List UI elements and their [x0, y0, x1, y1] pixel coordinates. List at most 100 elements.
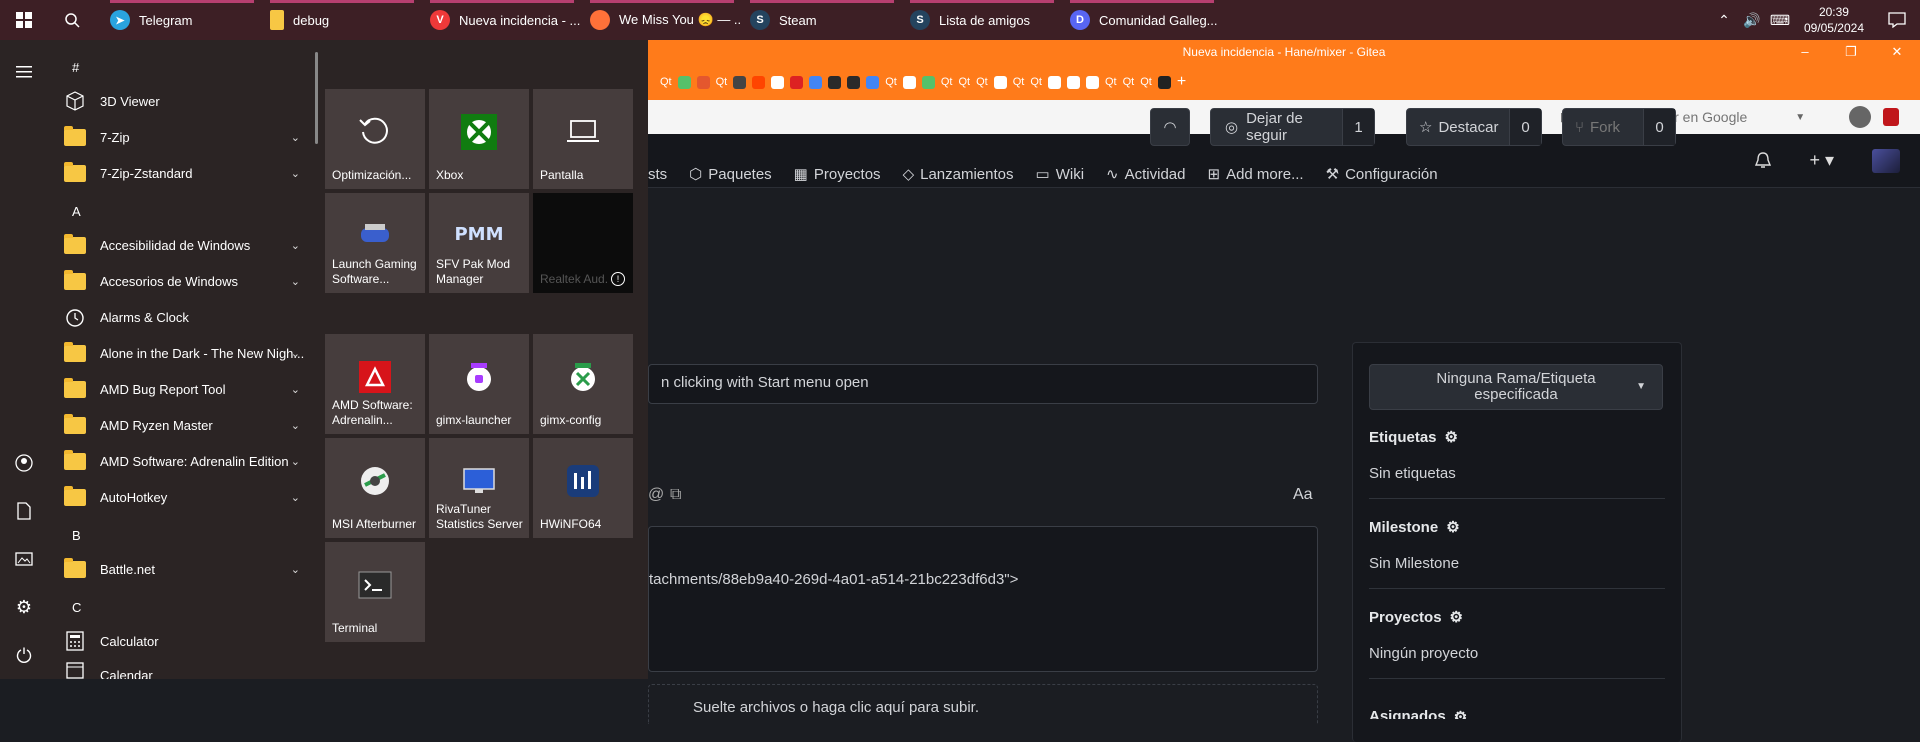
tab-icon[interactable] — [1067, 75, 1080, 89]
tile-rivatuner[interactable]: RivaTuner Statistics Server — [429, 438, 529, 538]
tab-icon[interactable] — [790, 75, 804, 89]
labels-heading[interactable]: Etiquetas ⚙ — [1369, 428, 1458, 447]
tab-icon[interactable] — [696, 75, 710, 89]
file-dropzone[interactable]: Suelte archivos o haga clic aquí para su… — [648, 684, 1318, 724]
taskbar-item-vivaldi[interactable]: V Nueva incidencia - ... — [422, 0, 582, 40]
app-folder-7zip[interactable]: 7-Zip ⌄ — [48, 119, 310, 155]
tile-terminal[interactable]: Terminal — [325, 542, 425, 642]
document-icon[interactable] — [0, 487, 48, 535]
gear-icon[interactable]: ⚙ — [1450, 608, 1463, 626]
close-icon[interactable]: ✕ — [1874, 40, 1920, 64]
profile-icon[interactable] — [1849, 106, 1872, 128]
tab-qt[interactable]: Qt — [1123, 76, 1135, 88]
tile-msi-afterburner[interactable]: MSI Afterburner — [325, 438, 425, 538]
gear-icon[interactable]: ⚙ — [1446, 518, 1459, 536]
settings-icon[interactable]: ⚙ — [0, 583, 48, 631]
group-letter[interactable]: # — [72, 60, 79, 75]
unwatch-button[interactable]: ◎ Dejar de seguir 1 — [1210, 108, 1375, 146]
tab-qt[interactable]: Qt — [1030, 76, 1042, 88]
app-folder-amd-ryzen-master[interactable]: AMD Ryzen Master ⌄ — [48, 407, 310, 443]
tab-projects[interactable]: ▦ Proyectos — [794, 165, 881, 184]
tile-xbox[interactable]: Xbox — [429, 89, 529, 189]
projects-heading[interactable]: Proyectos ⚙ — [1369, 608, 1463, 627]
scrollbar[interactable] — [315, 52, 318, 144]
tab-settings[interactable]: ⚒ Configuración — [1326, 165, 1438, 184]
tab-icon[interactable] — [1086, 75, 1099, 89]
tab-releases[interactable]: ◇ Lanzamientos — [903, 165, 1014, 184]
tab-qt[interactable]: Qt — [1013, 76, 1025, 88]
app-folder-autohotkey[interactable]: AutoHotkey ⌄ — [48, 479, 310, 515]
tab-icon[interactable] — [828, 75, 842, 89]
tab-qt[interactable]: Qt — [716, 76, 728, 88]
maximize-icon[interactable]: ❐ — [1828, 40, 1874, 64]
fork-button[interactable]: ⑂ Fork 0 — [1562, 108, 1676, 146]
tab-qt[interactable]: Qt — [885, 76, 897, 88]
avatar[interactable] — [1872, 148, 1900, 173]
milestone-heading[interactable]: Milestone ⚙ — [1369, 518, 1460, 537]
bell-icon[interactable] — [1755, 151, 1772, 170]
app-folder-alone-in-the-dark[interactable]: Alone in the Dark - The New Nigh... ⌄ — [48, 335, 310, 371]
app-3d-viewer[interactable]: 3D Viewer — [48, 83, 310, 119]
app-calculator[interactable]: Calculator — [48, 623, 310, 659]
assignees-heading[interactable]: Asignados ⚙ — [1369, 708, 1467, 719]
tab-qt[interactable]: Qt — [941, 76, 953, 88]
app-folder-accesorios[interactable]: Accesorios de Windows ⌄ — [48, 263, 310, 299]
rss-button[interactable]: ◠ — [1150, 108, 1190, 146]
tab-icon[interactable] — [771, 75, 785, 89]
app-folder-amd-software[interactable]: AMD Software: Adrenalin Edition ⌄ — [48, 443, 310, 479]
taskbar-item-friends[interactable]: S Lista de amigos — [902, 0, 1062, 40]
speaker-icon[interactable]: 🔊 — [1738, 12, 1766, 29]
tab-activity[interactable]: ∿ Actividad — [1106, 165, 1185, 184]
taskbar-item-firefox[interactable]: We Miss You 😞 — ... — [582, 0, 742, 40]
clock[interactable]: 20:39 09/05/2024 — [1794, 4, 1874, 36]
tab-qt[interactable]: Qt — [1105, 76, 1117, 88]
tile-gimx-config[interactable]: gimx-config — [533, 334, 633, 434]
taskbar-item-telegram[interactable]: ➤ Telegram — [102, 0, 262, 40]
network-icon[interactable]: ⌨ — [1766, 12, 1794, 29]
taskbar-item-debug[interactable]: debug — [262, 0, 422, 40]
tab-icon[interactable] — [1048, 75, 1061, 89]
tab-qt[interactable]: Qt — [660, 76, 672, 88]
notification-icon[interactable] — [1874, 12, 1920, 28]
new-tab-icon[interactable]: + — [1177, 73, 1186, 91]
tile-optimizacion[interactable]: Optimización... — [325, 89, 425, 189]
tile-amd-software[interactable]: AMD Software: Adrenalin... — [325, 334, 425, 434]
tab-wiki[interactable]: ▭ Wiki — [1036, 165, 1085, 184]
user-icon[interactable] — [0, 439, 48, 487]
taskbar-item-steam[interactable]: S Steam — [742, 0, 902, 40]
branch-selector[interactable]: Ninguna Rama/Etiqueta especificada ▼ — [1369, 364, 1663, 410]
tab-icon[interactable] — [902, 75, 916, 89]
tab-qt[interactable]: Qt — [976, 76, 988, 88]
taskbar-item-discord[interactable]: D Comunidad Galleg... — [1062, 0, 1222, 40]
tab-packages[interactable]: ⬡ Paquetes — [689, 165, 772, 184]
tab-qt[interactable]: Qt — [1140, 76, 1152, 88]
tab-icon[interactable] — [733, 75, 747, 89]
issue-title-input[interactable]: n clicking with Start menu open — [648, 364, 1318, 404]
tab-add-more[interactable]: ⊞ Add more... — [1207, 165, 1303, 184]
mention-icon[interactable]: @ — [648, 486, 664, 504]
ublock-icon[interactable] — [1883, 108, 1900, 126]
tab-icon[interactable] — [847, 75, 861, 89]
group-letter[interactable]: C — [72, 600, 81, 615]
tile-realtek[interactable]: Realtek Aud... ! — [533, 193, 633, 293]
tile-sfv-pak[interactable]: PMM SFV Pak Mod Manager — [429, 193, 529, 293]
gear-icon[interactable]: ⚙ — [1454, 708, 1467, 719]
minimize-icon[interactable]: – — [1782, 40, 1828, 64]
font-toggle-button[interactable]: Aa — [1293, 486, 1313, 504]
app-folder-battlenet[interactable]: Battle.net ⌄ — [48, 551, 310, 587]
power-icon[interactable] — [0, 631, 48, 679]
chevron-down-icon[interactable]: ▼ — [1795, 112, 1805, 123]
google-icon[interactable] — [866, 75, 880, 89]
gear-icon[interactable]: ⚙ — [1445, 428, 1458, 446]
app-folder-accesibilidad[interactable]: Accesibilidad de Windows ⌄ — [48, 227, 310, 263]
app-folder-7zip-zstandard[interactable]: 7-Zip-Zstandard ⌄ — [48, 155, 310, 191]
group-letter[interactable]: A — [72, 204, 81, 219]
chevron-up-icon[interactable]: ⌃ — [1710, 12, 1738, 29]
app-calendar[interactable]: Calendar — [48, 659, 310, 679]
app-alarms-clock[interactable]: Alarms & Clock — [48, 299, 310, 335]
link-icon[interactable]: ⧉ — [670, 486, 681, 504]
star-button[interactable]: ☆ Destacar 0 — [1406, 108, 1542, 146]
tab-icon[interactable] — [809, 75, 823, 89]
app-folder-amd-bug-report[interactable]: AMD Bug Report Tool ⌄ — [48, 371, 310, 407]
reddit-icon[interactable] — [752, 75, 766, 89]
